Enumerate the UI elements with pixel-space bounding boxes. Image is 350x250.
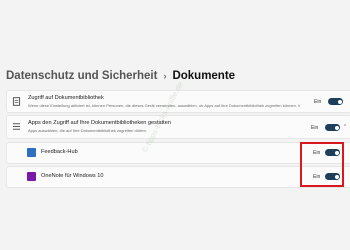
breadcrumb-parent[interactable]: Datenschutz und Sicherheit — [6, 70, 157, 82]
setting-card-app-access[interactable]: Apps den Zugriff auf Ihre Dokumentbiblio… — [6, 115, 350, 139]
app-row-feedback-hub: Feedback-Hub Ein — [6, 142, 350, 164]
app-name: Feedback-Hub — [41, 149, 78, 155]
setting-title: Zugriff auf Dokumentbibliothek — [28, 95, 104, 101]
toggle-state-label: Ein — [314, 99, 322, 105]
highlight-box — [300, 142, 344, 187]
document-library-access-toggle[interactable] — [328, 98, 343, 105]
chevron-up-icon[interactable]: ⌃ — [343, 124, 347, 130]
app-row-onenote: OneNote für Windows 10 Ein — [6, 166, 350, 188]
setting-title: Apps den Zugriff auf Ihre Dokumentbiblio… — [28, 120, 171, 126]
feedback-hub-icon — [27, 148, 36, 157]
list-icon — [12, 123, 21, 130]
toggle-state-label: Ein — [311, 125, 319, 131]
breadcrumb-separator-icon: › — [163, 71, 167, 81]
app-name: OneNote für Windows 10 — [41, 173, 104, 179]
app-access-toggle[interactable] — [325, 124, 340, 131]
window-header — [0, 0, 350, 56]
breadcrumb: Datenschutz und Sicherheit › Dokumente — [6, 70, 235, 82]
document-icon — [12, 97, 21, 106]
page-title: Dokumente — [172, 70, 236, 82]
onenote-icon — [27, 172, 36, 181]
